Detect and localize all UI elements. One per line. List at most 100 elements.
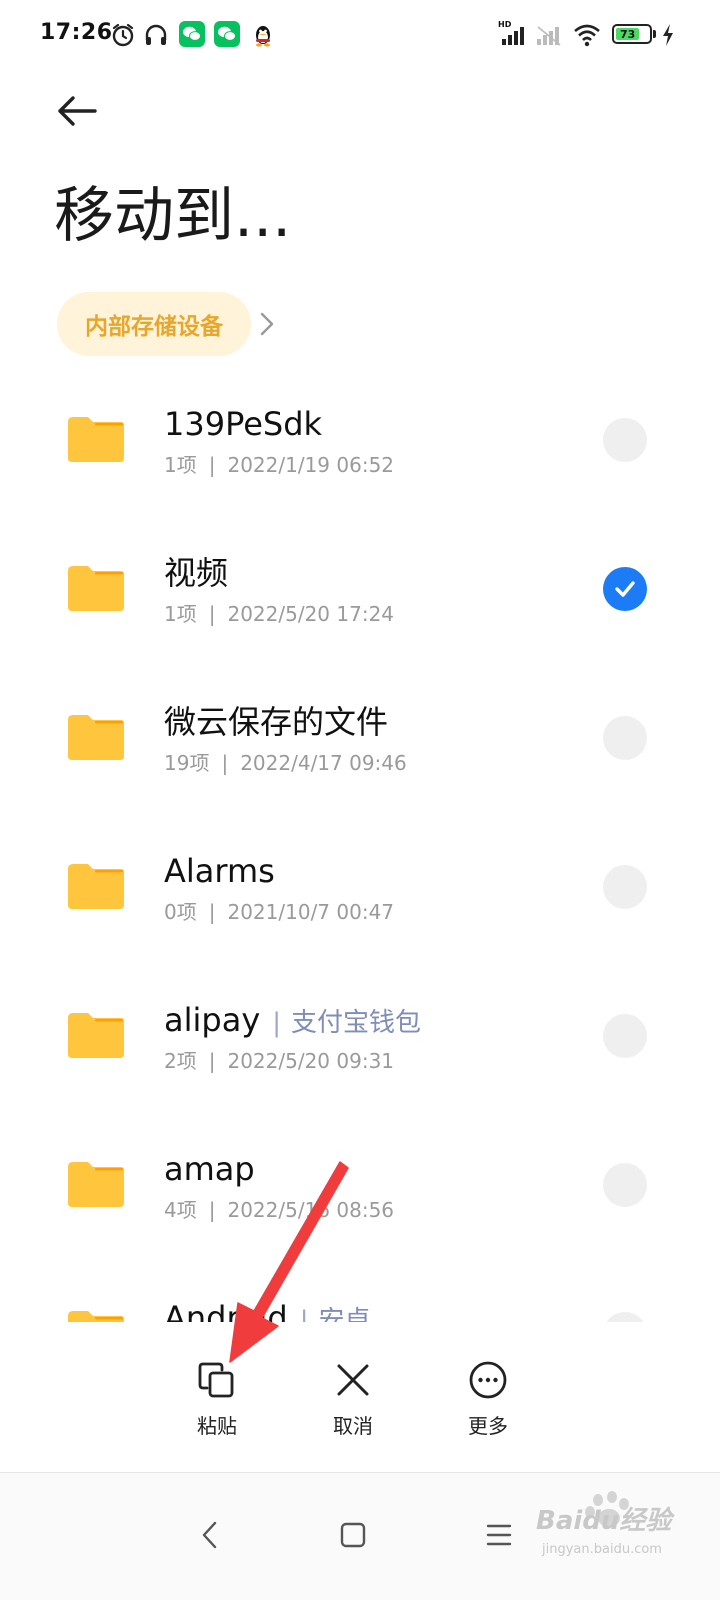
meta-separator: | (208, 1198, 216, 1222)
select-checkbox-checked[interactable] (603, 567, 647, 611)
select-checkbox[interactable] (603, 1163, 647, 1207)
folder-list: 139PeSdk 1项 | 2022/1/19 06:52 视频 1项 | 2022/5… (0, 372, 720, 1322)
paste-button[interactable]: 粘贴 (157, 1356, 277, 1452)
folder-item-count: 1项 (164, 453, 197, 477)
folder-row[interactable]: Android | 安卓 (0, 1266, 720, 1322)
folder-item-count: 1项 (164, 602, 197, 626)
folder-item-count: 19项 (164, 751, 210, 775)
qq-penguin-icon (256, 26, 270, 47)
system-nav-bar (0, 1473, 720, 1600)
more-label: 更多 (468, 1414, 508, 1438)
folder-name-line: 139PeSdk (164, 404, 322, 444)
folder-meta: 2项 | 2022/5/20 09:31 (164, 1048, 394, 1074)
folder-name-line: Android | 安卓 (164, 1298, 371, 1322)
charging-icon (663, 24, 673, 46)
meta-separator: | (208, 1049, 216, 1073)
folder-date: 2022/5/20 09:31 (227, 1049, 395, 1073)
folder-date: 2022/4/17 09:46 (240, 751, 407, 775)
folder-date: 2021/10/7 00:47 (227, 900, 395, 924)
status-bar: 17:26 HD 73 (0, 0, 720, 70)
folder-item-count: 0项 (164, 900, 197, 924)
check-icon (615, 581, 635, 597)
nav-back-icon (202, 1521, 217, 1549)
folder-meta: 1项 | 2022/1/19 06:52 (164, 452, 394, 478)
folder-name-line: 微云保存的文件 (164, 702, 388, 742)
folder-item-count: 2项 (164, 1049, 197, 1073)
more-button[interactable]: 更多 (428, 1356, 548, 1452)
folder-name: Android (164, 1299, 288, 1322)
folder-row[interactable]: 139PeSdk 1项 | 2022/1/19 06:52 (0, 372, 720, 521)
meta-separator: | (221, 751, 229, 775)
select-checkbox[interactable] (603, 1014, 647, 1058)
back-button[interactable] (50, 88, 104, 134)
nav-back-button[interactable] (180, 1505, 240, 1565)
paste-icon (198, 1362, 234, 1398)
nav-home-button[interactable] (323, 1505, 383, 1565)
folder-name: 微云保存的文件 (164, 703, 389, 741)
folder-row[interactable]: 微云保存的文件 19项 | 2022/4/17 09:46 (0, 670, 720, 819)
arrow-left-icon (58, 96, 97, 126)
meta-separator: | (208, 900, 216, 924)
cancel-label: 取消 (333, 1414, 373, 1438)
alias-separator: | (272, 1008, 282, 1038)
close-icon (337, 1364, 369, 1396)
folder-icon (68, 1013, 124, 1058)
folder-name: alipay (164, 1001, 261, 1039)
folder-meta: 0项 | 2021/10/7 00:47 (164, 899, 394, 925)
folder-alias: 安卓 (318, 1306, 371, 1322)
folder-meta: 4项 | 2022/5/16 08:56 (164, 1197, 394, 1223)
status-time: 17:26 (40, 20, 113, 45)
select-checkbox[interactable] (603, 716, 647, 760)
signal-icon (502, 27, 524, 45)
folder-icon (68, 1162, 124, 1207)
cancel-button[interactable]: 取消 (293, 1356, 413, 1452)
select-checkbox[interactable] (603, 1312, 647, 1322)
breadcrumb-internal-storage[interactable]: 内部存储设备 (57, 292, 251, 356)
folder-meta: 19项 | 2022/4/17 09:46 (164, 750, 407, 776)
wechat-icon (214, 21, 240, 47)
folder-icon (68, 566, 124, 611)
page-title: 移动到... (54, 181, 292, 251)
folder-name-line: amap (164, 1149, 255, 1189)
nav-menu-icon (486, 1524, 512, 1546)
battery-icon: 73 (612, 24, 652, 44)
wechat-icon (179, 21, 205, 47)
folder-row[interactable]: alipay | 支付宝钱包 2项 | 2022/5/20 09:31 (0, 968, 720, 1117)
folder-icon (68, 864, 124, 909)
action-bar: 粘贴 取消 更多 (0, 1322, 720, 1472)
folder-name-line: Alarms (164, 851, 275, 891)
folder-row[interactable]: 视频 1项 | 2022/5/20 17:24 (0, 521, 720, 670)
folder-icon (68, 1311, 124, 1322)
chevron-right-icon (259, 309, 279, 339)
headphones-icon (145, 24, 167, 45)
paste-label: 粘贴 (197, 1414, 237, 1438)
folder-row[interactable]: Alarms 0项 | 2021/10/7 00:47 (0, 819, 720, 968)
battery-level: 73 (616, 28, 640, 41)
folder-row[interactable]: amap 4项 | 2022/5/16 08:56 (0, 1117, 720, 1266)
signal-weak-icon (537, 26, 561, 46)
nav-menu-button[interactable] (469, 1505, 529, 1565)
breadcrumb: 内部存储设备 (57, 292, 279, 356)
battery-cap (653, 30, 656, 38)
folder-name: 视频 (164, 554, 229, 592)
wifi-icon (574, 24, 600, 47)
folder-name: Alarms (164, 852, 275, 890)
folder-name-line: alipay | 支付宝钱包 (164, 1000, 421, 1043)
folder-name: amap (164, 1150, 255, 1188)
folder-name: 139PeSdk (164, 405, 323, 443)
more-icon (469, 1361, 507, 1399)
folder-item-count: 4项 (164, 1198, 197, 1222)
folder-date: 2022/5/16 08:56 (227, 1198, 395, 1222)
meta-separator: | (208, 602, 216, 626)
nav-home-icon (340, 1522, 366, 1548)
folder-icon (68, 417, 124, 462)
folder-meta: 1项 | 2022/5/20 17:24 (164, 601, 394, 627)
folder-alias: 支付宝钱包 (291, 1008, 422, 1038)
select-checkbox[interactable] (603, 418, 647, 462)
folder-name-line: 视频 (164, 553, 228, 593)
folder-date: 2022/1/19 06:52 (227, 453, 395, 477)
meta-separator: | (208, 453, 216, 477)
folder-icon (68, 715, 124, 760)
folder-date: 2022/5/20 17:24 (227, 602, 395, 626)
select-checkbox[interactable] (603, 865, 647, 909)
